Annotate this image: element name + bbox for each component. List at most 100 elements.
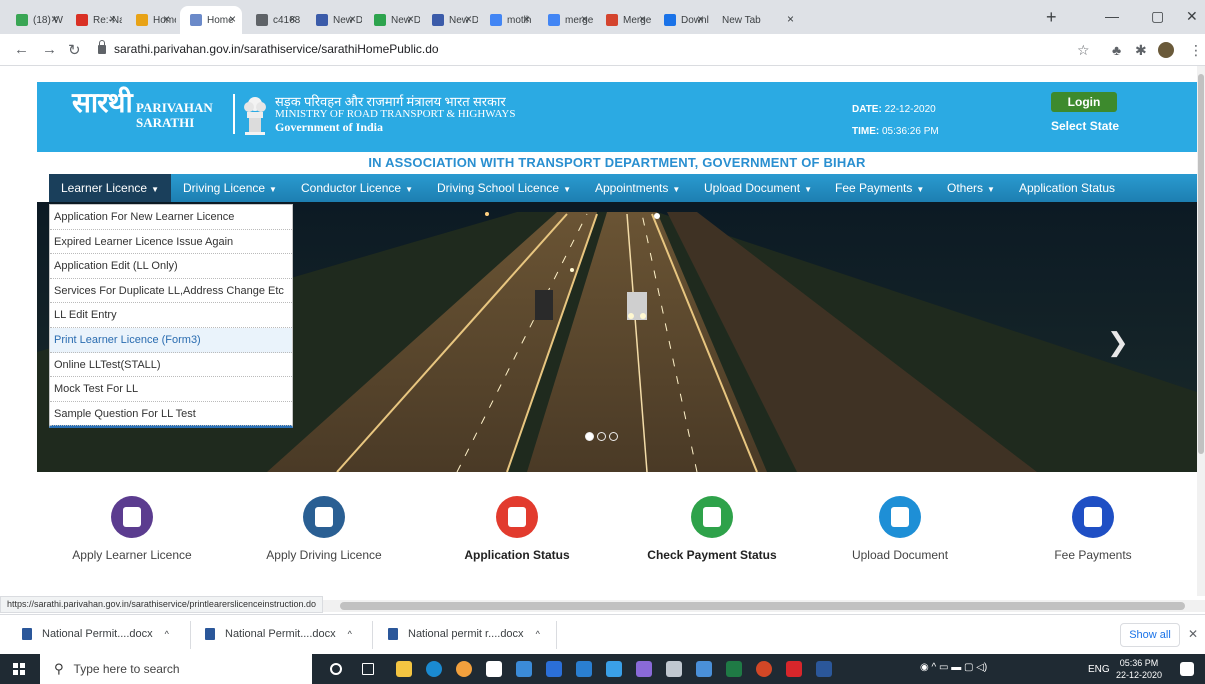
dropdown-item[interactable]: Application Edit (LL Only): [50, 254, 292, 279]
tab-close-icon[interactable]: ×: [581, 12, 588, 26]
reload-icon[interactable]: ↻: [68, 41, 81, 59]
url-field[interactable]: sarathi.parivahan.gov.in/sarathiservice/…: [98, 39, 439, 56]
cortana-icon[interactable]: [330, 663, 342, 675]
close-window-icon[interactable]: ✕: [1186, 8, 1198, 25]
chrome-icon[interactable]: [456, 661, 472, 677]
chevron-up-icon[interactable]: ^: [348, 629, 352, 639]
language-indicator[interactable]: ENG: [1088, 664, 1110, 675]
tab-close-icon[interactable]: ×: [289, 12, 296, 26]
tab-close-icon[interactable]: ×: [109, 12, 116, 26]
service-label[interactable]: Apply Driving Licence: [229, 548, 419, 562]
menu-driving-licence[interactable]: Driving Licence ▼: [183, 174, 277, 202]
browser-tab[interactable]: New Tab ×: [712, 6, 800, 34]
browser-tab[interactable]: New D ×: [422, 6, 478, 34]
maximize-icon[interactable]: ▢: [1151, 8, 1164, 25]
tab-close-icon[interactable]: ×: [465, 12, 472, 26]
carousel-dot[interactable]: [597, 432, 606, 441]
new-tab-button[interactable]: +: [1046, 7, 1057, 28]
service-icon[interactable]: [1072, 496, 1114, 538]
tab-close-icon[interactable]: ×: [697, 12, 704, 26]
service-card[interactable]: Application Status: [422, 496, 612, 562]
show-all-downloads-button[interactable]: Show all: [1120, 623, 1180, 647]
menu-upload-document[interactable]: Upload Document ▼: [704, 174, 812, 202]
browser-tab[interactable]: New D ×: [364, 6, 420, 34]
back-icon[interactable]: ←: [14, 41, 29, 58]
tab-close-icon[interactable]: ×: [407, 12, 414, 26]
extension-icon[interactable]: ♣: [1112, 42, 1121, 58]
file-explorer-icon[interactable]: [396, 661, 412, 677]
service-label[interactable]: Fee Payments: [998, 548, 1188, 562]
browser-tab[interactable]: Home×: [180, 6, 242, 34]
download-item[interactable]: National Permit....docx ^: [205, 628, 352, 640]
service-card[interactable]: Upload Document: [805, 496, 995, 562]
app-icon[interactable]: [696, 661, 712, 677]
browser-tab[interactable]: Home×: [126, 6, 176, 34]
service-label[interactable]: Application Status: [422, 548, 612, 562]
dropdown-item[interactable]: Sample Question For LL Test: [50, 402, 292, 427]
service-icon[interactable]: [303, 496, 345, 538]
dropdown-item[interactable]: Online LLTest(STALL): [50, 353, 292, 378]
service-icon[interactable]: [111, 496, 153, 538]
carousel-next-icon[interactable]: ❯: [1107, 327, 1129, 358]
excel-icon[interactable]: [726, 661, 742, 677]
browser-tab[interactable]: motih ×: [480, 6, 536, 34]
menu-driving-school-licence[interactable]: Driving School Licence ▼: [437, 174, 571, 202]
chevron-up-icon[interactable]: ^: [165, 629, 169, 639]
extensions-puzzle-icon[interactable]: ✱: [1135, 42, 1147, 59]
menu-conductor-licence[interactable]: Conductor Licence ▼: [301, 174, 413, 202]
tab-close-icon[interactable]: ×: [51, 12, 58, 26]
dropdown-item[interactable]: Expired Learner Licence Issue Again: [50, 230, 292, 255]
sarathi-logo[interactable]: सारथी: [72, 89, 133, 117]
dropdown-item[interactable]: LL Edit Entry: [50, 303, 292, 328]
taskbar-clock[interactable]: 05:36 PM 22-12-2020: [1116, 657, 1162, 681]
windows-start-icon[interactable]: [13, 663, 25, 675]
task-view-icon[interactable]: [362, 663, 374, 675]
app-icon[interactable]: [606, 661, 622, 677]
carousel-dot[interactable]: [609, 432, 618, 441]
tab-close-icon[interactable]: ×: [787, 12, 794, 26]
minimize-icon[interactable]: —: [1105, 8, 1119, 24]
horizontal-scrollbar-thumb[interactable]: [340, 602, 1185, 610]
menu-others[interactable]: Others ▼: [947, 174, 995, 202]
dropbox-icon[interactable]: [516, 661, 532, 677]
store-icon[interactable]: [486, 661, 502, 677]
vertical-scrollbar-thumb[interactable]: [1198, 74, 1204, 454]
menu-fee-payments[interactable]: Fee Payments ▼: [835, 174, 924, 202]
service-card[interactable]: Apply Learner Licence: [37, 496, 227, 562]
app-icon[interactable]: [546, 661, 562, 677]
service-icon[interactable]: [691, 496, 733, 538]
service-card[interactable]: Fee Payments: [998, 496, 1188, 562]
notifications-icon[interactable]: [1180, 662, 1194, 676]
carousel-dot[interactable]: [585, 432, 594, 441]
edge-icon[interactable]: [426, 661, 442, 677]
browser-tab[interactable]: Downl ×: [654, 6, 710, 34]
menu-learner-licence[interactable]: Learner Licence ▼: [49, 174, 171, 202]
browser-tab[interactable]: c4168 ×: [246, 6, 302, 34]
browser-tab[interactable]: (18) W ×: [6, 6, 64, 34]
service-label[interactable]: Check Payment Status: [617, 548, 807, 562]
login-button[interactable]: Login: [1051, 92, 1117, 112]
browser-menu-icon[interactable]: ⋮: [1189, 42, 1203, 59]
word-icon[interactable]: [816, 661, 832, 677]
browser-tab[interactable]: Re:-Na ×: [66, 6, 122, 34]
service-label[interactable]: Upload Document: [805, 548, 995, 562]
acrobat-icon[interactable]: [786, 661, 802, 677]
tab-close-icon[interactable]: ×: [163, 12, 170, 26]
snipping-tool-icon[interactable]: [666, 661, 682, 677]
close-download-bar-icon[interactable]: ✕: [1188, 627, 1198, 641]
chevron-up-icon[interactable]: ^: [536, 629, 540, 639]
tray-icons[interactable]: ◉ ^ ▭ ▬ ▢ ◁): [920, 662, 987, 673]
visual-studio-icon[interactable]: [636, 661, 652, 677]
dropdown-item[interactable]: Services For Duplicate LL,Address Change…: [50, 279, 292, 304]
dropdown-item[interactable]: Application For New Learner Licence: [50, 205, 292, 230]
service-icon[interactable]: [879, 496, 921, 538]
tab-close-icon[interactable]: ×: [523, 12, 530, 26]
download-item[interactable]: National permit r....docx ^: [388, 628, 540, 640]
powerpoint-icon[interactable]: [756, 661, 772, 677]
vertical-scrollbar[interactable]: [1197, 66, 1205, 596]
taskbar-search[interactable]: ⚲ Type here to search: [40, 654, 312, 684]
menu-appointments[interactable]: Appointments ▼: [595, 174, 680, 202]
menu-application-status[interactable]: Application Status: [1019, 174, 1115, 202]
service-label[interactable]: Apply Learner Licence: [37, 548, 227, 562]
download-item[interactable]: National Permit....docx ^: [22, 628, 169, 640]
